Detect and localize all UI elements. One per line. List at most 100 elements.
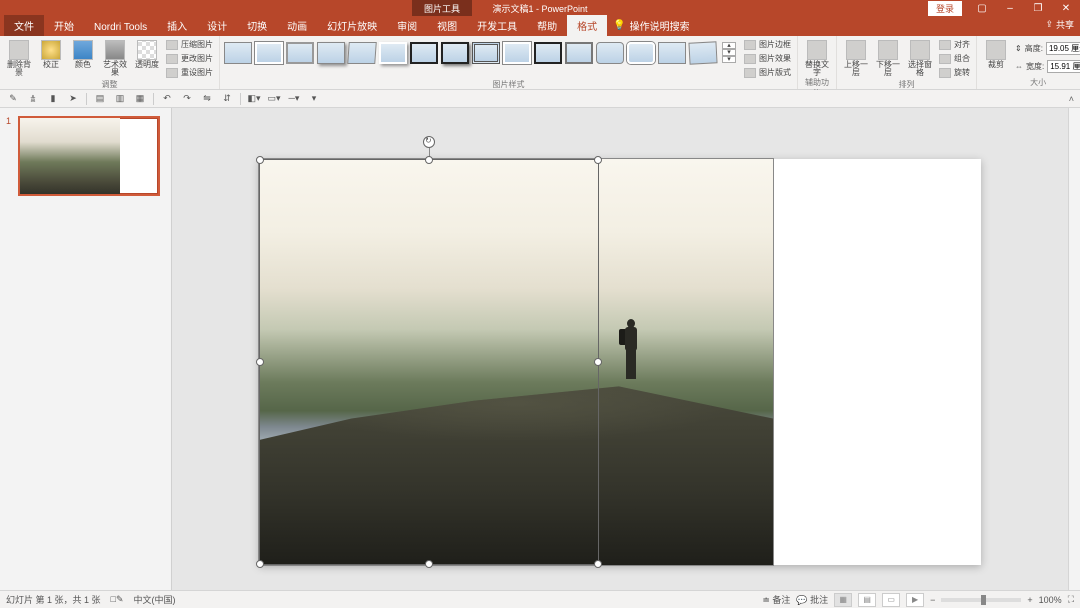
- reset-picture-button[interactable]: 重设图片: [164, 66, 215, 79]
- gallery-scroll-up[interactable]: ▴: [722, 42, 736, 49]
- normal-view-button[interactable]: ▦: [834, 593, 852, 607]
- tab-insert[interactable]: 插入: [157, 15, 197, 36]
- thumbnail-preview[interactable]: [18, 116, 160, 196]
- language-indicator[interactable]: 中文(中国): [134, 593, 176, 606]
- tab-view[interactable]: 视图: [427, 15, 467, 36]
- slideshow-view-button[interactable]: ▶: [906, 593, 924, 607]
- picture-effects-button[interactable]: 图片效果: [742, 52, 793, 65]
- qat-highlighter-icon[interactable]: ▮: [46, 92, 60, 106]
- login-button[interactable]: 登录: [928, 1, 962, 16]
- bring-forward-button[interactable]: 上移一层: [841, 38, 871, 77]
- qat-flip-v-icon[interactable]: ⇵: [220, 92, 234, 106]
- picture-style-item[interactable]: [317, 42, 345, 64]
- picture-style-item[interactable]: [534, 42, 562, 64]
- tab-developer[interactable]: 开发工具: [467, 15, 527, 36]
- qat-rotate-right-icon[interactable]: ↷: [180, 92, 194, 106]
- slide-thumbnail[interactable]: 1: [6, 116, 165, 196]
- picture-style-item[interactable]: [441, 42, 469, 64]
- tab-home[interactable]: 开始: [44, 15, 84, 36]
- minimize-icon[interactable]: –: [996, 0, 1024, 16]
- crop-button[interactable]: 裁剪: [981, 38, 1011, 69]
- picture-style-item[interactable]: [410, 42, 438, 64]
- ribbon-display-options-icon[interactable]: ▢: [968, 0, 996, 16]
- tab-format[interactable]: 格式: [567, 15, 607, 36]
- tab-file[interactable]: 文件: [4, 15, 44, 36]
- width-field-row: ⇔ 宽度:: [1013, 59, 1080, 74]
- picture-style-item[interactable]: [658, 42, 686, 64]
- picture-style-item[interactable]: [224, 42, 252, 64]
- gallery-more-button[interactable]: ▾: [722, 56, 736, 63]
- tell-me-search[interactable]: 💡 操作说明搜索: [607, 15, 695, 36]
- align-button[interactable]: 对齐: [937, 38, 972, 51]
- qat-eyedropper-icon[interactable]: 𖠋: [26, 92, 40, 106]
- remove-background-button[interactable]: 删除背景: [4, 38, 34, 77]
- tab-help[interactable]: 帮助: [527, 15, 567, 36]
- collapse-ribbon-icon[interactable]: ˄: [1069, 94, 1074, 104]
- height-input[interactable]: [1046, 42, 1080, 55]
- tab-review[interactable]: 审阅: [387, 15, 427, 36]
- compress-pictures-button[interactable]: 压缩图片: [164, 38, 215, 51]
- reading-view-button[interactable]: ▭: [882, 593, 900, 607]
- gallery-scroll-down[interactable]: ▾: [722, 49, 736, 56]
- share-button[interactable]: ⇪ 共享: [1045, 18, 1074, 31]
- tab-design[interactable]: 设计: [197, 15, 237, 36]
- qat-align-right-icon[interactable]: ▦: [133, 92, 147, 106]
- tab-slideshow[interactable]: 幻灯片放映: [317, 15, 387, 36]
- picture-style-item[interactable]: [688, 41, 717, 64]
- notes-button[interactable]: ≐ 备注: [762, 593, 790, 606]
- zoom-out-button[interactable]: −: [930, 595, 935, 605]
- artistic-effects-button[interactable]: 艺术效果: [100, 38, 130, 77]
- picture-style-item[interactable]: [347, 42, 377, 64]
- group-objects-button[interactable]: 组合: [937, 52, 972, 65]
- slide-thumbnail-pane[interactable]: 1: [0, 108, 172, 590]
- zoom-slider-thumb[interactable]: [981, 595, 986, 605]
- color-button[interactable]: 颜色: [68, 38, 98, 69]
- selection-pane-button[interactable]: 选择窗格: [905, 38, 935, 77]
- qat-align-left-icon[interactable]: ▤: [93, 92, 107, 106]
- picture-border-button[interactable]: 图片边框: [742, 38, 793, 51]
- tab-nordri-tools[interactable]: Nordri Tools: [84, 19, 157, 36]
- rotate-handle[interactable]: [423, 136, 435, 148]
- send-backward-button[interactable]: 下移一层: [873, 38, 903, 77]
- fit-to-window-button[interactable]: ⛶: [1068, 594, 1074, 605]
- slide-canvas-area[interactable]: [172, 108, 1068, 590]
- zoom-in-button[interactable]: +: [1027, 595, 1032, 605]
- change-picture-button[interactable]: 更改图片: [164, 52, 215, 65]
- vertical-scrollbar[interactable]: [1068, 108, 1080, 590]
- picture-style-item[interactable]: [255, 42, 283, 64]
- picture-style-item[interactable]: [472, 42, 500, 64]
- qat-line-icon[interactable]: ─▾: [287, 92, 301, 106]
- picture-style-item[interactable]: [503, 42, 531, 64]
- sorter-view-button[interactable]: ▤: [858, 593, 876, 607]
- spellcheck-icon[interactable]: □✎: [111, 594, 124, 605]
- document-title: 演示文稿1 - PowerPoint: [492, 2, 587, 15]
- picture-style-item[interactable]: [379, 42, 407, 64]
- rotate-button[interactable]: 旋转: [937, 66, 972, 79]
- restore-icon[interactable]: ❐: [1024, 0, 1052, 16]
- zoom-percent[interactable]: 100%: [1039, 595, 1062, 605]
- picture-style-item[interactable]: [565, 42, 593, 64]
- zoom-slider[interactable]: [941, 598, 1021, 602]
- slide[interactable]: [259, 159, 981, 565]
- picture-style-item[interactable]: [286, 42, 314, 64]
- corrections-button[interactable]: 校正: [36, 38, 66, 69]
- qat-align-center-icon[interactable]: ▥: [113, 92, 127, 106]
- picture-style-item[interactable]: [627, 42, 655, 64]
- qat-fill-color-icon[interactable]: ◧▾: [247, 92, 261, 106]
- qat-more-icon[interactable]: ▾: [307, 92, 321, 106]
- width-input[interactable]: [1047, 60, 1080, 73]
- transparency-button[interactable]: 透明度: [132, 38, 162, 69]
- picture-layout-button[interactable]: 图片版式: [742, 66, 793, 79]
- qat-pointer-icon[interactable]: ➤: [66, 92, 80, 106]
- inserted-picture[interactable]: [259, 159, 773, 565]
- comments-button[interactable]: 💬 批注: [796, 593, 828, 606]
- tab-transitions[interactable]: 切换: [237, 15, 277, 36]
- qat-pen-icon[interactable]: ✎: [6, 92, 20, 106]
- close-icon[interactable]: ✕: [1052, 0, 1080, 16]
- picture-style-item[interactable]: [596, 42, 624, 64]
- qat-shape-icon[interactable]: ▭▾: [267, 92, 281, 106]
- qat-flip-h-icon[interactable]: ⇋: [200, 92, 214, 106]
- tab-animations[interactable]: 动画: [277, 15, 317, 36]
- alt-text-button[interactable]: 替换文字: [802, 38, 832, 77]
- qat-rotate-left-icon[interactable]: ↶: [160, 92, 174, 106]
